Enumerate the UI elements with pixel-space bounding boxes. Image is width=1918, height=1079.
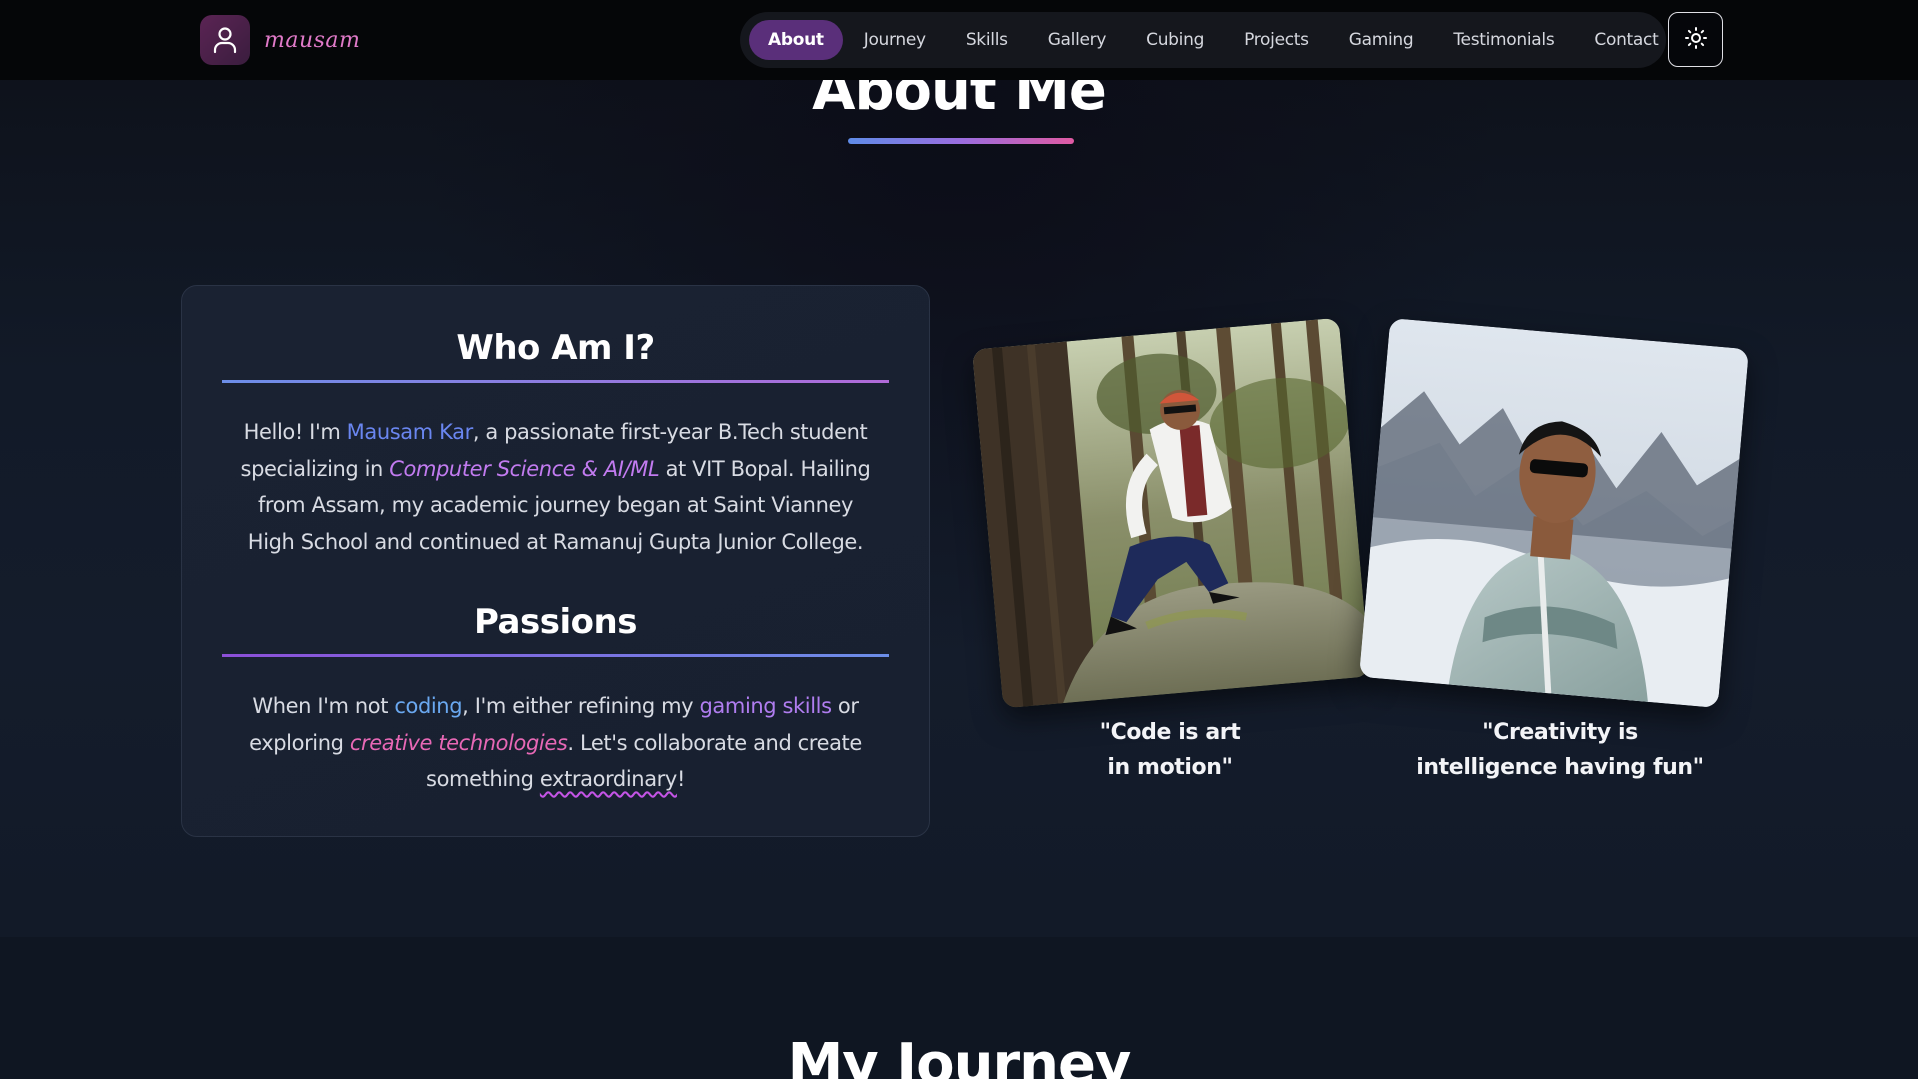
user-icon (200, 15, 250, 65)
photo-snow-mountain[interactable] (1358, 317, 1750, 709)
nav-menu: About Journey Skills Gallery Cubing Proj… (740, 12, 1666, 68)
heading-divider (222, 654, 889, 657)
highlight-extraordinary: extraordinary (539, 767, 677, 791)
nav-item-journey[interactable]: Journey (845, 20, 945, 60)
sun-icon (1684, 26, 1708, 53)
navbar: mausam About Journey Skills Gallery Cubi… (0, 0, 1918, 80)
highlight-gaming: gaming skills (699, 694, 832, 718)
photo-caption: "Code is art in motion" (1070, 715, 1270, 785)
nav-item-about[interactable]: About (749, 20, 843, 60)
nav-item-skills[interactable]: Skills (947, 20, 1027, 60)
passions-text: When I'm not (252, 694, 395, 718)
passions-paragraph: When I'm not coding, I'm either refining… (237, 688, 874, 798)
highlight-coding: coding (394, 694, 463, 718)
passions-text: , I'm either refining my (462, 694, 700, 718)
nav-item-cubing[interactable]: Cubing (1127, 20, 1223, 60)
brand-name: mausam (264, 27, 361, 53)
caption-line: in motion" (1107, 755, 1233, 780)
photo-caption: "Creativity is intelligence having fun" (1400, 715, 1720, 785)
heading-who-am-i: Who Am I? (456, 328, 655, 368)
heading-passions: Passions (474, 602, 637, 642)
title-underline (848, 138, 1074, 144)
intro-paragraph: Hello! I'm Mausam Kar, a passionate firs… (237, 414, 874, 560)
section-title-journey: My Journey (787, 1032, 1132, 1079)
nav-item-gaming[interactable]: Gaming (1330, 20, 1433, 60)
nav-item-projects[interactable]: Projects (1225, 20, 1328, 60)
caption-line: "Code is art (1099, 720, 1241, 745)
intro-text: Hello! I'm (243, 420, 347, 444)
theme-toggle-button[interactable] (1668, 12, 1723, 67)
highlight-name: Mausam Kar (346, 420, 474, 444)
brand[interactable]: mausam (200, 15, 360, 65)
highlight-creative: creative technologies (349, 730, 568, 755)
photo-forest[interactable] (972, 317, 1370, 709)
highlight-field: Computer Science & AI/ML (389, 456, 660, 481)
nav-item-testimonials[interactable]: Testimonials (1434, 20, 1573, 60)
passions-text: ! (676, 767, 685, 791)
nav-item-gallery[interactable]: Gallery (1029, 20, 1125, 60)
nav-item-contact[interactable]: Contact (1575, 20, 1677, 60)
heading-divider (222, 380, 889, 383)
caption-line: "Creativity is (1482, 720, 1638, 745)
about-card: Who Am I? Hello! I'm Mausam Kar, a passi… (181, 285, 930, 837)
caption-line: intelligence having fun" (1416, 755, 1704, 780)
